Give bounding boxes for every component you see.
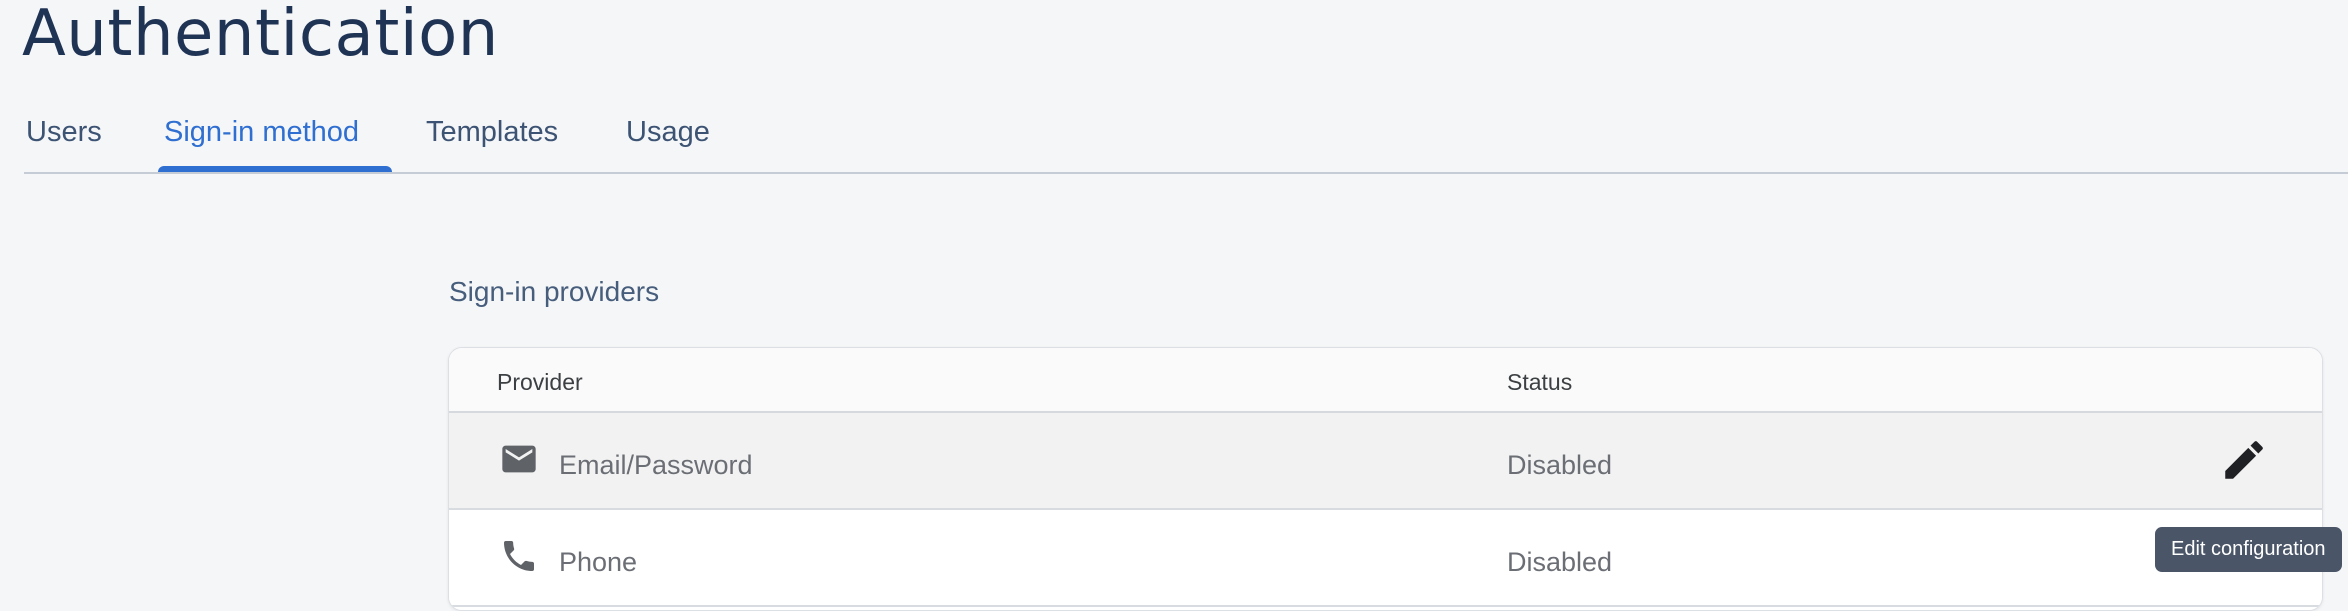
section-title: Sign-in providers <box>449 276 660 307</box>
phone-icon <box>499 536 539 576</box>
edit-configuration-button[interactable] <box>2219 435 2269 485</box>
provider-name: Email/Password <box>559 450 753 480</box>
table-header: Provider Status <box>449 348 2322 413</box>
provider-status: Disabled <box>1507 547 1613 577</box>
active-tab-indicator <box>158 166 392 172</box>
tab-usage[interactable]: Usage <box>626 114 710 150</box>
tab-users[interactable]: Users <box>26 114 102 150</box>
edit-configuration-tooltip: Edit configuration <box>2155 527 2342 572</box>
tab-bar: Users Sign-in method Templates Usage <box>24 100 2348 174</box>
table-row[interactable]: Email/Password Disabled <box>449 413 2322 510</box>
pencil-icon <box>2225 441 2263 479</box>
provider-status: Disabled <box>1507 450 1613 480</box>
table-row[interactable]: Phone Disabled <box>449 510 2322 607</box>
provider-name: Phone <box>559 547 638 577</box>
tab-sign-in-method[interactable]: Sign-in method <box>164 114 359 150</box>
tab-templates[interactable]: Templates <box>426 114 558 150</box>
providers-table: Provider Status Email/Password Disabled … <box>448 347 2323 611</box>
email-icon <box>499 439 539 479</box>
column-header-status: Status <box>1507 369 1573 395</box>
column-header-provider: Provider <box>497 369 583 395</box>
page-title: Authentication <box>22 0 499 71</box>
